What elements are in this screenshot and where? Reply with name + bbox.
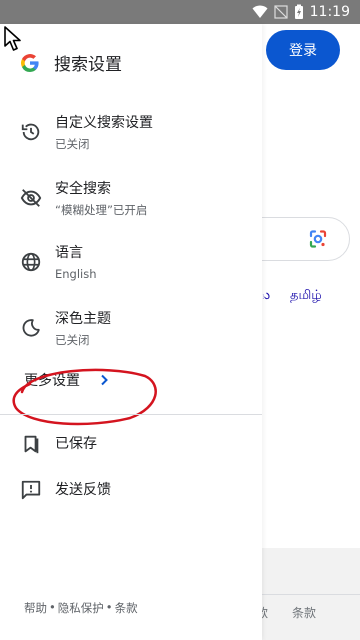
privacy-link[interactable]: 隐私保护 xyxy=(58,600,104,616)
drawer-title: 搜索设置 xyxy=(54,55,122,75)
menu-item-personal-results[interactable]: 自定义搜索设置 已关闭 xyxy=(0,104,262,160)
terms-link[interactable]: 条款 xyxy=(115,600,138,616)
menu-item-label: 深色主题 xyxy=(55,310,111,327)
menu-item-label: 自定义搜索设置 xyxy=(55,114,153,131)
globe-icon xyxy=(21,252,41,272)
menu-item-label: 安全搜索 xyxy=(55,180,111,197)
menu-item-status: “模糊处理”已开启 xyxy=(55,202,148,217)
no-signal-icon xyxy=(274,5,288,19)
history-icon xyxy=(21,123,40,141)
footer-separator: • xyxy=(105,600,113,614)
feedback-icon xyxy=(21,480,41,500)
battery-charging-icon xyxy=(294,4,303,19)
footer-link-terms[interactable]: 条款 xyxy=(292,604,316,621)
google-lens-icon[interactable] xyxy=(306,227,330,251)
drawer-footer: 帮助 • 隐私保护 • 条款 xyxy=(24,600,138,616)
status-bar: 11:19 xyxy=(0,0,360,24)
language-link-tamil[interactable]: தமிழ் xyxy=(290,288,322,304)
wifi-icon xyxy=(252,5,268,18)
drawer-header: 搜索设置 xyxy=(20,50,122,75)
status-time: 11:19 xyxy=(309,4,350,20)
settings-drawer: 搜索设置 自定义搜索设置 已关闭 安全搜索 “模糊处理”已开启 语言 Engli… xyxy=(0,24,262,640)
menu-item-status: 已关闭 xyxy=(55,136,90,151)
menu-item-label: 已保存 xyxy=(55,436,97,452)
menu-item-language[interactable]: 语言 English xyxy=(0,234,262,290)
menu-item-status: English xyxy=(55,266,97,281)
mouse-cursor-icon xyxy=(4,26,21,51)
menu-item-label: 发送反馈 xyxy=(55,482,111,498)
saved-icon xyxy=(24,435,39,454)
visibility-off-icon xyxy=(20,189,42,207)
drawer-divider xyxy=(0,414,262,415)
moon-icon xyxy=(22,319,40,337)
menu-item-status: 已关闭 xyxy=(55,332,90,347)
footer-separator: • xyxy=(49,600,56,614)
menu-item-dark-theme[interactable]: 深色主题 已关闭 xyxy=(0,300,262,356)
login-button[interactable]: 登录 xyxy=(266,30,340,70)
help-link[interactable]: 帮助 xyxy=(24,600,47,616)
menu-item-feedback[interactable]: 发送反馈 xyxy=(0,462,262,518)
menu-item-label: 语言 xyxy=(55,244,83,261)
menu-item-safesearch[interactable]: 安全搜索 “模糊处理”已开启 xyxy=(0,170,262,226)
google-logo-icon xyxy=(21,53,39,72)
